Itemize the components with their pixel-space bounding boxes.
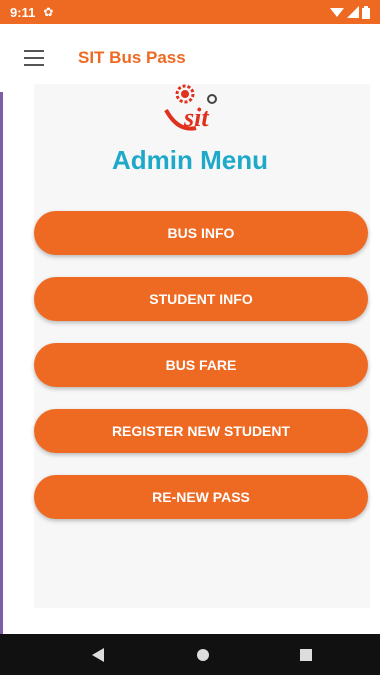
signal-icon	[347, 6, 359, 18]
status-icons	[330, 5, 370, 19]
sit-logo: sit	[160, 82, 232, 134]
battery-icon	[362, 5, 370, 19]
menu-icon[interactable]	[24, 50, 44, 66]
recents-icon[interactable]	[286, 634, 326, 675]
wifi-icon	[330, 8, 344, 17]
home-icon[interactable]	[183, 634, 223, 675]
bus-info-button[interactable]: BUS INFO	[34, 211, 368, 255]
bus-fare-button[interactable]: BUS FARE	[34, 343, 368, 387]
register-new-student-button[interactable]: REGISTER NEW STUDENT	[34, 409, 368, 453]
status-bar: 9:11 ✿	[0, 0, 380, 24]
navigation-bar	[0, 634, 380, 675]
renew-pass-button[interactable]: RE-NEW PASS	[34, 475, 368, 519]
page-title: Admin Menu	[112, 145, 268, 175]
student-info-button[interactable]: STUDENT INFO	[34, 277, 368, 321]
app-title: SIT Bus Pass	[78, 48, 186, 67]
window-edge	[0, 24, 3, 634]
gear-icon: ✿	[43, 5, 54, 19]
back-icon[interactable]	[78, 634, 118, 675]
logo-text: sit	[183, 103, 209, 132]
status-time: 9:11	[10, 4, 36, 20]
